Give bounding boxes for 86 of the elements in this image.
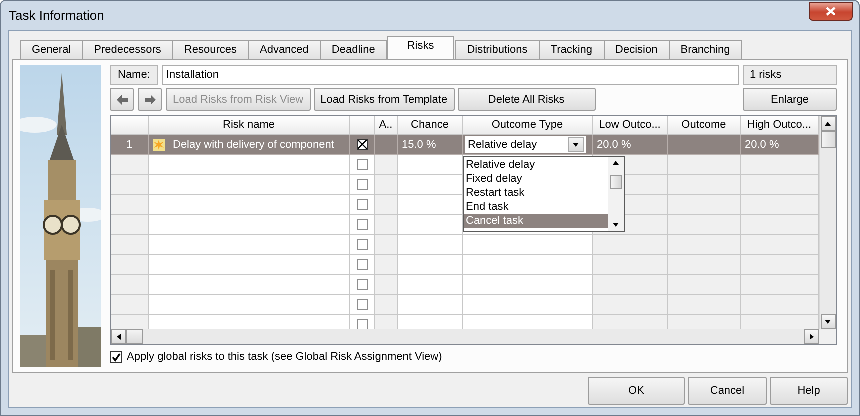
selected-row[interactable]: 1 Delay with delivery of component 15.0 % Relative delay 20.0 % 20.0 % xyxy=(111,135,819,155)
table-cell xyxy=(398,235,463,255)
up-arrow-icon xyxy=(824,120,832,128)
checkbox[interactable] xyxy=(356,159,368,170)
table-cell xyxy=(375,235,398,255)
table-cell xyxy=(398,175,463,195)
close-button[interactable] xyxy=(809,2,853,21)
up-arrow-icon xyxy=(612,159,620,167)
table-cell xyxy=(375,255,398,275)
name-field[interactable]: Installation xyxy=(162,65,739,85)
tab[interactable]: Risks xyxy=(387,36,454,59)
dropdown-option[interactable]: Fixed delay xyxy=(464,172,608,186)
tab[interactable]: Decision xyxy=(604,40,670,59)
checkbox[interactable] xyxy=(356,179,368,190)
tab[interactable]: Distributions xyxy=(455,40,540,59)
table-cell xyxy=(375,175,398,195)
tab[interactable]: Deadline xyxy=(320,40,388,59)
tab[interactable]: Resources xyxy=(172,40,249,59)
checkbox[interactable] xyxy=(356,219,368,230)
dialog-button[interactable]: Help xyxy=(770,377,848,405)
checkbox-label: Apply global risks to this task (see Global Risk Assignment View) xyxy=(127,351,442,363)
risk-count: 1 risks xyxy=(743,65,837,85)
checkbox[interactable] xyxy=(356,259,368,270)
window-title: Task Information xyxy=(9,8,104,23)
back-button[interactable] xyxy=(110,88,134,111)
scrollbar-thumb[interactable] xyxy=(610,175,622,189)
column-header[interactable]: Outcome Type xyxy=(463,116,593,135)
table-cell xyxy=(375,155,398,175)
table-cell xyxy=(375,215,398,235)
table-cell xyxy=(375,195,398,215)
table-cell xyxy=(398,195,463,215)
scrollbar-thumb[interactable] xyxy=(820,131,836,148)
down-arrow-icon xyxy=(824,318,832,326)
column-header[interactable]: Risk name xyxy=(149,116,350,135)
scrollbar-thumb[interactable] xyxy=(126,329,143,344)
forward-button[interactable] xyxy=(138,88,162,111)
column-header[interactable]: High Outco... xyxy=(741,116,819,135)
tab[interactable]: Tracking xyxy=(538,40,605,59)
right-arrow-icon xyxy=(144,94,156,104)
dialog-button[interactable]: Cancel xyxy=(688,377,767,405)
left-arrow-icon xyxy=(114,332,122,340)
enlarge-button[interactable]: Enlarge xyxy=(743,88,837,111)
checkbox[interactable] xyxy=(356,319,368,329)
dropdown-option[interactable]: End task xyxy=(464,200,608,214)
tab[interactable]: Branching xyxy=(668,40,742,59)
table-cell xyxy=(398,255,463,275)
column-header[interactable]: Outcome xyxy=(668,116,741,135)
dropdown-option[interactable]: Relative delay xyxy=(464,158,608,172)
dialog-button[interactable]: OK xyxy=(588,377,685,405)
tab[interactable]: Advanced xyxy=(248,40,321,59)
horizontal-scrollbar[interactable] xyxy=(111,329,819,344)
outcome-type-dropdown[interactable]: Relative delay xyxy=(465,136,586,153)
table-cell xyxy=(398,275,463,295)
tab[interactable]: Predecessors xyxy=(82,40,174,59)
checkbox[interactable] xyxy=(110,351,122,363)
table-cell xyxy=(398,295,463,315)
dropdown-scrollbar[interactable] xyxy=(608,157,624,231)
caret-icon xyxy=(572,140,580,148)
checkbox[interactable] xyxy=(356,239,368,250)
checkbox[interactable] xyxy=(356,299,368,310)
burst-icon xyxy=(153,138,165,150)
table-cell xyxy=(398,155,463,175)
toolbar-button[interactable]: Load Risks from Template xyxy=(314,88,455,111)
column-header[interactable]: Chance xyxy=(398,116,463,135)
risk-name: Delay with delivery of component xyxy=(173,138,334,150)
table-cell xyxy=(375,295,398,315)
column-header[interactable]: A.. xyxy=(375,116,398,135)
name-label: Name: xyxy=(110,65,158,85)
vertical-scrollbar[interactable] xyxy=(819,116,836,329)
table-cell xyxy=(375,275,398,295)
column-header[interactable] xyxy=(111,116,149,135)
column-header[interactable]: Low Outco... xyxy=(593,116,668,135)
table-cell xyxy=(398,315,463,329)
dropdown-option[interactable]: Cancel task xyxy=(464,214,608,228)
dropdown-option[interactable]: Restart task xyxy=(464,186,608,200)
left-arrow-icon xyxy=(116,94,128,104)
checkbox[interactable] xyxy=(356,279,368,290)
dropdown-list[interactable]: Relative delay Fixed delay Restart task End task Cancel task xyxy=(463,156,625,232)
table-cell xyxy=(398,215,463,235)
checkbox[interactable] xyxy=(356,139,368,150)
toolbar-button[interactable]: Delete All Risks xyxy=(458,88,596,111)
checkbox[interactable] xyxy=(356,199,368,210)
right-arrow-icon xyxy=(808,332,816,340)
close-icon xyxy=(826,7,836,16)
down-arrow-icon xyxy=(612,221,620,229)
tab[interactable]: General xyxy=(20,40,84,59)
